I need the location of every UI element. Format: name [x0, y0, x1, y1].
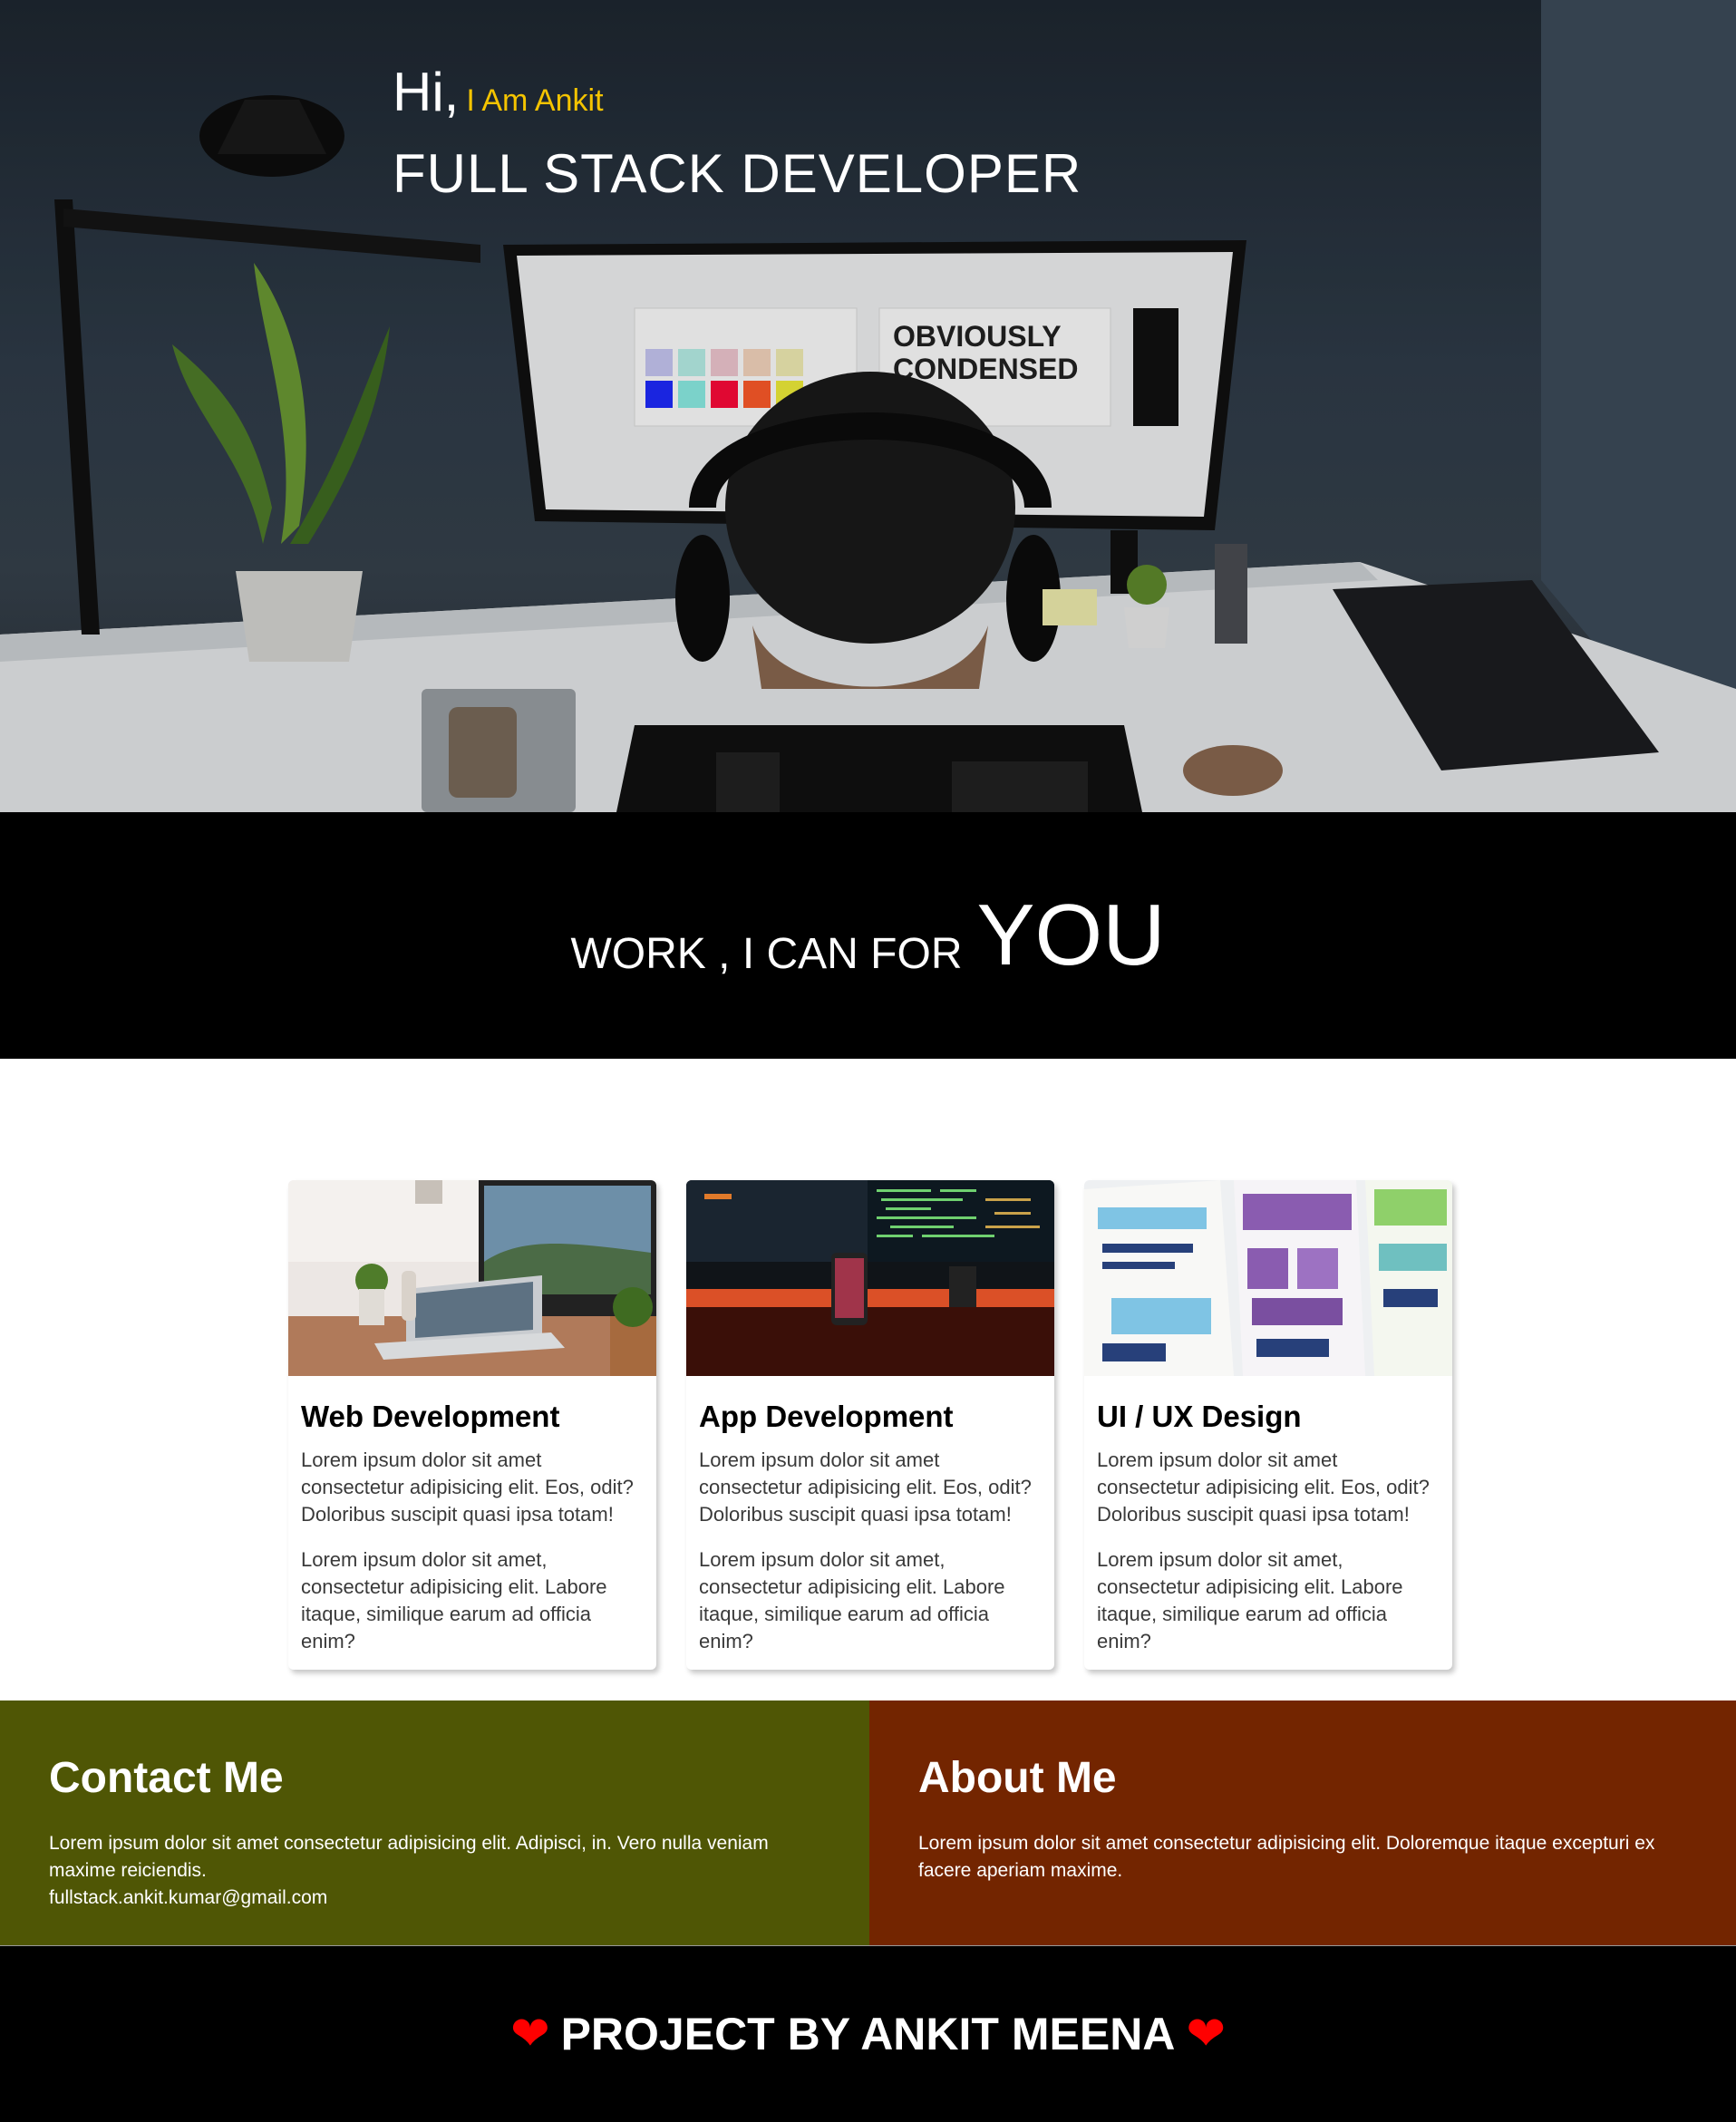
contact-description: Lorem ipsum dolor sit amet consectetur a… [49, 1833, 769, 1881]
card-text: Lorem ipsum dolor sit amet consectetur a… [1097, 1449, 1430, 1526]
heart-icon: ❤ [1186, 2008, 1226, 2060]
hero-name: I Am Ankit [466, 83, 604, 118]
card-app-development: App Development Lorem ipsum dolor sit am… [686, 1180, 1054, 1670]
card-ui-ux-design: UI / UX Design Lorem ipsum dolor sit ame… [1084, 1180, 1452, 1670]
card-web-development: Web Development Lorem ipsum dolor sit am… [288, 1180, 656, 1670]
card-text: Lorem ipsum dolor sit amet consectetur a… [699, 1449, 1032, 1526]
card-text: Lorem ipsum dolor sit amet, consectetur … [1097, 1548, 1403, 1652]
hero-role: FULL STACK DEVELOPER [393, 143, 1082, 204]
card-text: Lorem ipsum dolor sit amet, consectetur … [301, 1548, 607, 1652]
services-cards: Web Development Lorem ipsum dolor sit am… [288, 1180, 1458, 1670]
card-image-web-development [288, 1180, 656, 1376]
card-text: Lorem ipsum dolor sit amet consectetur a… [301, 1449, 634, 1526]
card-image-ui-ux-design [1084, 1180, 1452, 1376]
hero-greeting-line: Hi, I Am Ankit [393, 56, 1081, 137]
heart-icon: ❤ [509, 2008, 550, 2060]
card-title: App Development [699, 1400, 954, 1433]
contact-section: Contact Me Lorem ipsum dolor sit amet co… [0, 1701, 869, 1945]
footer-text: PROJECT BY ANKIT MEENA [560, 2009, 1176, 2059]
about-section: About Me Lorem ipsum dolor sit amet cons… [869, 1701, 1736, 1945]
footer: ❤ PROJECT BY ANKIT MEENA ❤ [0, 1945, 1736, 2122]
work-band: WORK , I CAN FOR YOU [0, 812, 1736, 1059]
about-text: Lorem ipsum dolor sit amet consectetur a… [918, 1833, 1655, 1881]
contact-email[interactable]: fullstack.ankit.kumar@gmail.com [49, 1887, 327, 1908]
card-image-app-development [686, 1180, 1054, 1376]
hero-text: Hi, I Am Ankit FULL STACK DEVELOPER [393, 56, 1081, 206]
hero-section: OBVIOUSLY CONDENSED Hi,I Am Ankit [0, 0, 1736, 812]
work-band-small-text: WORK , I CAN FOR [570, 929, 963, 978]
card-text: Lorem ipsum dolor sit amet, consectetur … [699, 1548, 1005, 1652]
contact-text: Lorem ipsum dolor sit amet consectetur a… [49, 1830, 833, 1912]
work-band-big-text: YOU [976, 887, 1166, 983]
hero-greeting: Hi, [393, 62, 460, 122]
contact-title: Contact Me [49, 1754, 284, 1802]
card-title: Web Development [301, 1400, 560, 1433]
about-title: About Me [918, 1754, 1117, 1802]
card-title: UI / UX Design [1097, 1400, 1302, 1433]
